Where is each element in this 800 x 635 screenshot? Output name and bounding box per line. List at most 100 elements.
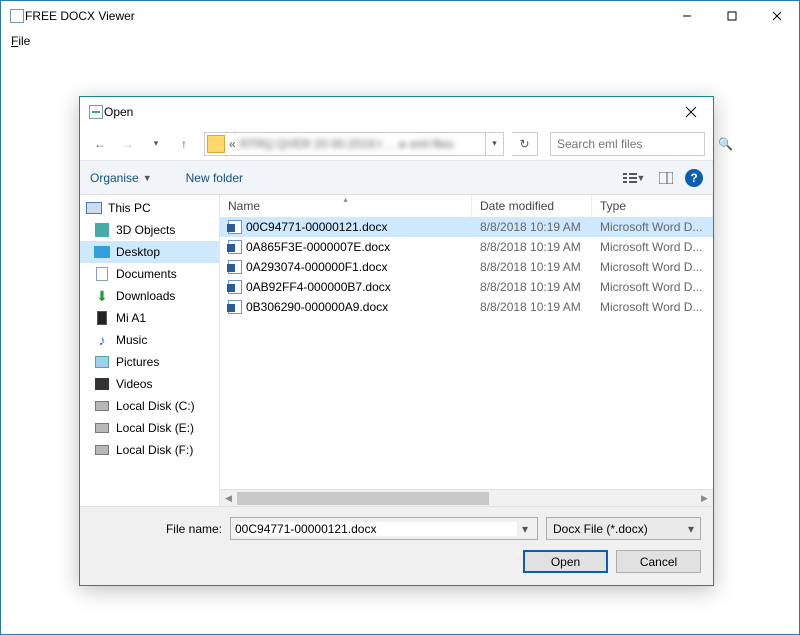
app-titlebar[interactable]: FREE DOCX Viewer (1, 1, 799, 31)
sidebar-item-label: Local Disk (F:) (116, 443, 193, 457)
view-options-button[interactable]: ▼ (621, 167, 647, 189)
3d-objects-icon (94, 222, 110, 238)
table-row[interactable]: 0A293074-000000F1.docx 8/8/2018 10:19 AMM… (220, 257, 713, 277)
sidebar-root-label: This PC (108, 201, 151, 215)
nav-bar: ← → ▾ ↑ « RTRQ QVER 20 00-2019 t … ▸ eml… (80, 127, 713, 161)
filename-input[interactable] (235, 522, 517, 536)
sidebar-item-label: Mi A1 (116, 311, 146, 325)
scroll-left-button[interactable]: ◀ (220, 490, 237, 507)
filename-combobox[interactable]: ▾ (230, 517, 538, 540)
sidebar-item-3d-objects[interactable]: 3D Objects (80, 219, 219, 241)
sidebar-item-mi-a1[interactable]: Mi A1 (80, 307, 219, 329)
file-date: 8/8/2018 10:19 AM (472, 220, 592, 234)
column-header-date[interactable]: Date modified (472, 195, 592, 217)
organise-button[interactable]: Organise ▼ (90, 171, 152, 185)
file-name: 00C94771-00000121.docx (246, 220, 387, 234)
list-header: ▴Name Date modified Type (220, 195, 713, 217)
table-row[interactable]: 0A865F3E-0000007E.docx8/8/2018 10:19 AMM… (220, 237, 713, 257)
help-button[interactable]: ? (685, 169, 703, 187)
filename-label: File name: (92, 522, 222, 536)
filetype-filter-value: Docx File (*.docx) (553, 522, 648, 536)
list-body[interactable]: 00C94771-00000121.docx8/8/2018 10:19 AMM… (220, 217, 713, 489)
scroll-track[interactable] (237, 490, 696, 506)
file-name: 0A293074-000000F1.docx (246, 260, 387, 274)
cancel-button[interactable]: Cancel (616, 550, 701, 573)
sidebar-item-label: Local Disk (C:) (116, 399, 195, 413)
search-box[interactable]: 🔍 (550, 132, 705, 156)
file-type: Microsoft Word D... (592, 220, 713, 234)
nav-back-button[interactable]: ← (88, 132, 112, 156)
scroll-right-button[interactable]: ▶ (696, 490, 713, 507)
maximize-button[interactable] (709, 1, 754, 31)
sidebar-item-label: Music (116, 333, 147, 347)
word-doc-icon (228, 280, 242, 294)
documents-icon (94, 266, 110, 282)
preview-pane-button[interactable] (653, 167, 679, 189)
close-button[interactable] (754, 1, 799, 31)
open-dialog: Open ← → ▾ ↑ « RTRQ QVER 20 00-2019 t … … (79, 96, 714, 586)
dialog-icon (88, 104, 104, 120)
sidebar-item-local-disk-e-[interactable]: Local Disk (E:) (80, 417, 219, 439)
app-body: Open ← → ▾ ↑ « RTRQ QVER 20 00-2019 t … … (1, 51, 799, 634)
disk-icon (94, 442, 110, 458)
sidebar-item-music[interactable]: ♪Music (80, 329, 219, 351)
file-date: 8/8/2018 10:19 AM (472, 280, 592, 294)
dialog-bottom: File name: ▾ Docx File (*.docx) ▾ Open C… (80, 506, 713, 585)
nav-recent-dropdown[interactable]: ▾ (144, 132, 168, 156)
minimize-button[interactable] (664, 1, 709, 31)
breadcrumb-path: RTRQ QVER 20 00-2019 t … ▸ eml files (240, 137, 454, 151)
sidebar-item-desktop[interactable]: Desktop (80, 241, 219, 263)
horizontal-scrollbar[interactable]: ◀ ▶ (220, 489, 713, 506)
table-row[interactable]: 0B306290-000000A9.docx8/8/2018 10:19 AMM… (220, 297, 713, 317)
file-type: Microsoft Word D... (592, 280, 713, 294)
pictures-icon (94, 354, 110, 370)
breadcrumb-dropdown[interactable]: ▾ (485, 133, 503, 155)
sidebar-item-label: Desktop (116, 245, 160, 259)
new-folder-button[interactable]: New folder (186, 171, 243, 185)
nav-forward-button[interactable]: → (116, 132, 140, 156)
sidebar[interactable]: This PC 3D Objects Desktop Documents ⬇Downl… (80, 195, 220, 506)
word-doc-icon (228, 260, 242, 274)
dialog-close-button[interactable] (668, 97, 713, 127)
app-icon (9, 8, 25, 24)
sidebar-root-this-pc[interactable]: This PC (80, 197, 219, 219)
file-date: 8/8/2018 10:19 AM (472, 260, 592, 274)
file-list: ▴Name Date modified Type 00C94771-000001… (220, 195, 713, 506)
breadcrumb[interactable]: « RTRQ QVER 20 00-2019 t … ▸ eml files ▾ (204, 132, 504, 156)
column-header-type[interactable]: Type (592, 195, 713, 217)
sidebar-item-label: Videos (116, 377, 152, 391)
chevron-down-icon: ▾ (688, 522, 694, 536)
open-button[interactable]: Open (523, 550, 608, 573)
search-icon[interactable]: 🔍 (718, 137, 733, 151)
dialog-titlebar[interactable]: Open (80, 97, 713, 127)
sidebar-item-label: Documents (116, 267, 177, 281)
nav-up-button[interactable]: ↑ (172, 132, 196, 156)
search-input[interactable] (551, 137, 718, 151)
dialog-main: This PC 3D Objects Desktop Documents ⬇Downl… (80, 195, 713, 506)
sidebar-item-label: Local Disk (E:) (116, 421, 194, 435)
disk-icon (94, 420, 110, 436)
disk-icon (94, 398, 110, 414)
sidebar-item-videos[interactable]: Videos (80, 373, 219, 395)
file-name: 0AB92FF4-000000B7.docx (246, 280, 391, 294)
filetype-filter[interactable]: Docx File (*.docx) ▾ (546, 517, 701, 540)
column-header-name[interactable]: ▴Name (220, 195, 472, 217)
sidebar-item-label: 3D Objects (116, 223, 175, 237)
table-row[interactable]: 0AB92FF4-000000B7.docx 8/8/2018 10:19 AMM… (220, 277, 713, 297)
refresh-button[interactable]: ↻ (512, 132, 538, 156)
file-date: 8/8/2018 10:19 AM (472, 300, 592, 314)
sidebar-item-local-disk-f-[interactable]: Local Disk (F:) (80, 439, 219, 461)
scroll-thumb[interactable] (237, 492, 489, 505)
chevron-right-icon[interactable]: « (225, 137, 240, 151)
sidebar-item-downloads[interactable]: ⬇Downloads (80, 285, 219, 307)
file-type: Microsoft Word D... (592, 240, 713, 254)
sidebar-item-pictures[interactable]: Pictures (80, 351, 219, 373)
menu-file[interactable]: File (7, 32, 34, 50)
sidebar-item-local-disk-c-[interactable]: Local Disk (C:) (80, 395, 219, 417)
chevron-down-icon: ▼ (143, 173, 152, 183)
chevron-down-icon[interactable]: ▾ (517, 522, 533, 536)
sidebar-item-label: Pictures (116, 355, 159, 369)
file-type: Microsoft Word D... (592, 260, 713, 274)
table-row[interactable]: 00C94771-00000121.docx 8/8/2018 10:19 AMM… (220, 217, 713, 237)
sidebar-item-documents[interactable]: Documents (80, 263, 219, 285)
